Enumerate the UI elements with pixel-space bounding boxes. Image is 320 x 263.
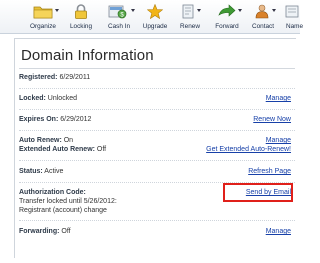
toolbar-contact-label: Contact [251, 23, 275, 30]
forwarding-row: Forwarding: Off Manage [19, 227, 295, 236]
registered-row: Registered: 6/29/2011 [19, 73, 295, 82]
forward-arrow-icon [218, 4, 236, 17]
toolbar-upgrade-button[interactable]: Upgrade [140, 1, 170, 33]
title-divider [19, 68, 295, 69]
status-row: Status: Active Refresh Page [19, 167, 295, 176]
toolbar-organize-label: Organize [30, 23, 56, 30]
status-label: Status: [19, 168, 43, 175]
forwarding-value: Off [61, 228, 71, 235]
star-icon [147, 4, 163, 19]
chevron-down-icon [131, 9, 135, 12]
status-value: Active [44, 168, 64, 175]
chevron-down-icon [238, 9, 242, 12]
renew-icon [182, 4, 194, 19]
locked-manage-link[interactable]: Manage [266, 94, 291, 103]
auto-renew-value: On [63, 137, 74, 144]
auto-renew-manage-link[interactable]: Manage [266, 136, 291, 145]
toolbar-locking-label: Locking [69, 23, 93, 30]
divider [19, 160, 295, 161]
registered-value: 6/29/2011 [59, 74, 91, 81]
domain-information-panel: Domain Information Registered: 6/29/2011… [14, 38, 296, 258]
extended-auto-renew-row: Extended Auto Renew: Off Get Extended Au… [19, 145, 295, 154]
registered-label: Registered: [19, 74, 58, 81]
locked-label: Locked: [19, 95, 46, 102]
forwarding-manage-link[interactable]: Manage [266, 227, 291, 236]
divider [19, 109, 295, 110]
toolbar-forward-button[interactable]: Forward [210, 1, 244, 33]
toolbar-forward-label: Forward [215, 23, 239, 30]
toolbar: Organize Locking $ Cash In Upgrade Renew… [0, 0, 303, 34]
expires-value: 6/29/2012 [60, 116, 92, 123]
expires-row: Expires On: 6/29/2012 Renew Now [19, 115, 295, 124]
expires-label: Expires On: [19, 116, 59, 123]
toolbar-upgrade-label: Upgrade [142, 23, 168, 30]
toolbar-renew-label: Renew [180, 23, 200, 30]
forwarding-label: Forwarding: [19, 228, 60, 235]
locked-row: Locked: Unlocked Manage [19, 94, 295, 103]
divider [19, 88, 295, 89]
extended-auto-renew-label: Extended Auto Renew: [19, 146, 95, 153]
toolbar-cash-in-label: Cash In [107, 23, 131, 30]
get-extended-auto-renew-link[interactable]: Get Extended Auto-Renew! [206, 145, 291, 154]
chevron-down-icon [197, 9, 201, 12]
authorization-code-note-line2: Registrant (account) change [19, 207, 107, 214]
chevron-down-icon [55, 9, 59, 12]
toolbar-renew-button[interactable]: Renew [176, 1, 204, 33]
send-by-email-highlight [223, 183, 293, 202]
locked-value: Unlocked [47, 95, 77, 102]
toolbar-locking-button[interactable]: Locking [66, 1, 96, 33]
divider [19, 130, 295, 131]
toolbar-contact-button[interactable]: Contact [247, 1, 279, 33]
extended-auto-renew-value: Off [96, 146, 107, 153]
toolbar-name-button[interactable]: Name [282, 1, 304, 33]
cash-in-icon: $ [108, 5, 127, 19]
name-icon [285, 5, 299, 18]
renew-now-link[interactable]: Renew Now [253, 115, 291, 124]
refresh-page-link[interactable]: Refresh Page [248, 167, 291, 176]
toolbar-organize-button[interactable]: Organize [26, 1, 60, 33]
toolbar-cash-in-button[interactable]: $ Cash In [102, 1, 136, 33]
divider [19, 220, 295, 221]
auto-renew-row: Auto Renew: On Manage [19, 136, 295, 145]
chevron-down-icon [272, 9, 276, 12]
contact-person-icon [255, 4, 269, 19]
folder-icon [33, 6, 53, 19]
auto-renew-label: Auto Renew: [19, 137, 62, 144]
page-title: Domain Information [21, 47, 154, 64]
toolbar-name-label: Name [286, 23, 304, 30]
lock-icon [75, 4, 87, 19]
